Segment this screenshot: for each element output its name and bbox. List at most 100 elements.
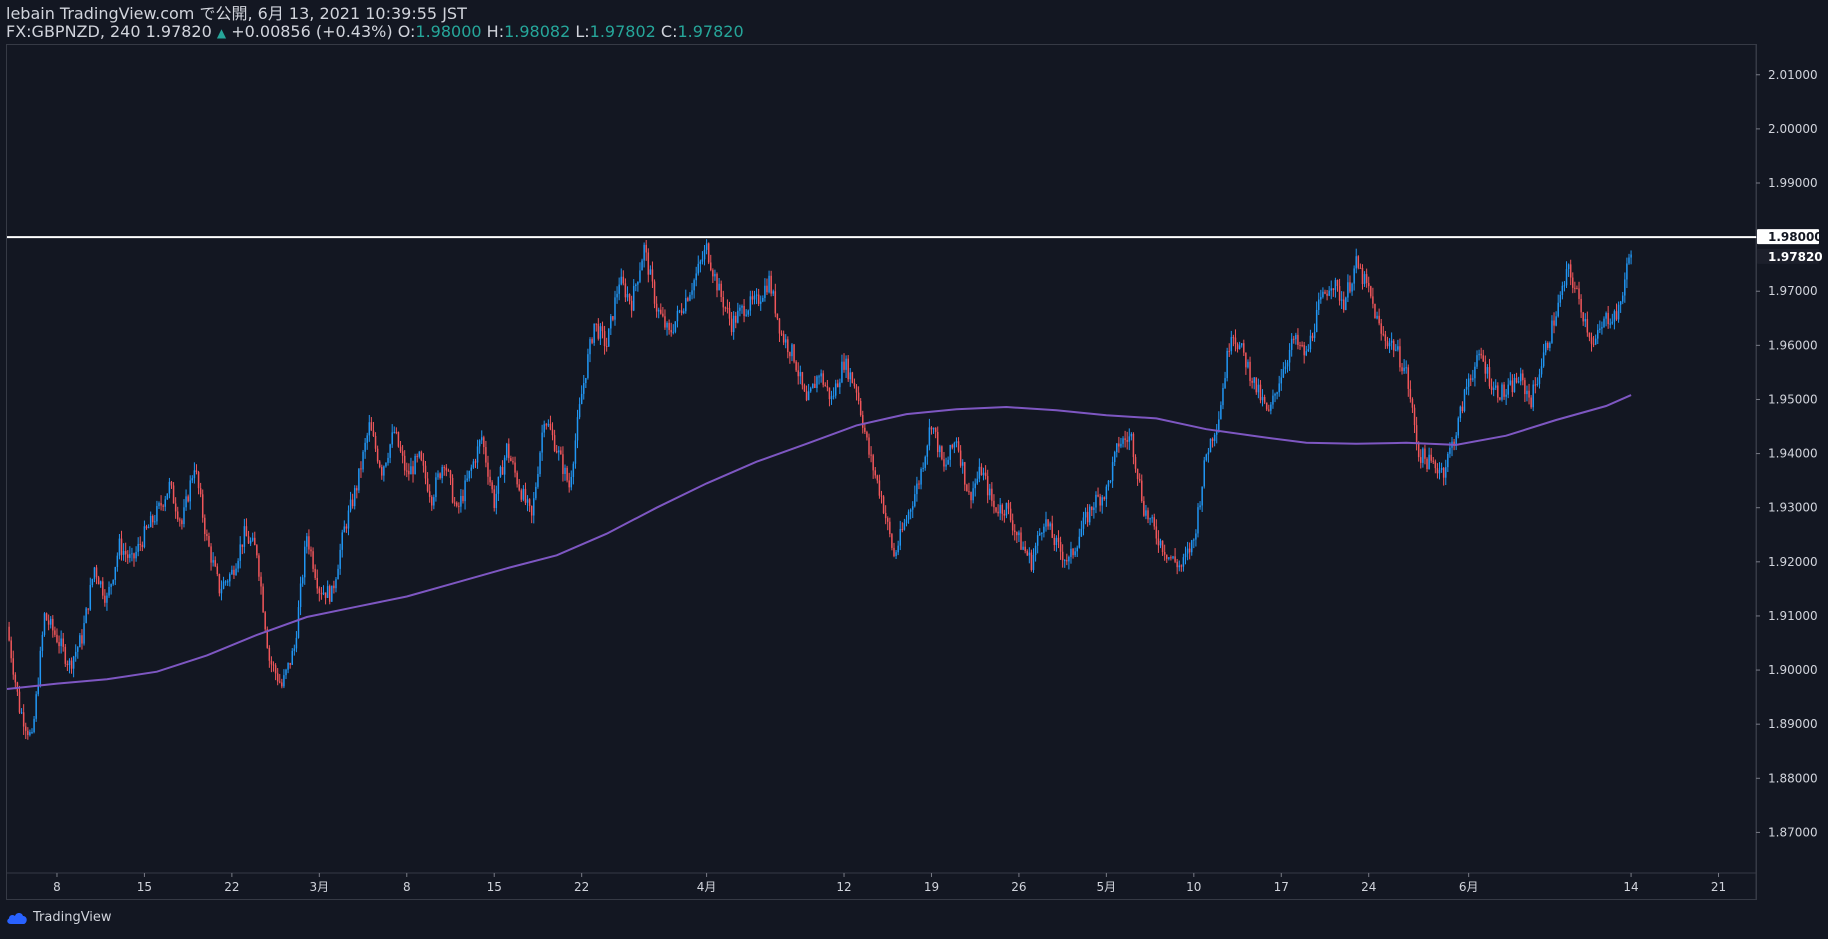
- candle-up: [299, 583, 302, 608]
- candle-up: [1005, 502, 1008, 516]
- candle-down: [793, 344, 795, 362]
- candle-up: [239, 544, 241, 561]
- candle-down: [757, 294, 760, 304]
- candle-down: [1245, 352, 1247, 368]
- candle-up: [1203, 460, 1205, 487]
- candle-down: [824, 384, 827, 387]
- candle-down: [27, 730, 29, 735]
- candle-up: [1278, 383, 1280, 393]
- candle-up: [1509, 380, 1512, 385]
- candle-down: [1011, 520, 1014, 531]
- candle-down: [670, 329, 672, 333]
- candle-down: [485, 447, 487, 463]
- candle-down: [487, 462, 489, 477]
- candle-up: [301, 577, 304, 584]
- candle-up: [1459, 406, 1462, 419]
- candle-up: [799, 372, 802, 377]
- candle-down: [324, 592, 327, 598]
- candle-down: [378, 461, 381, 468]
- tradingview-cloud-icon[interactable]: [6, 911, 28, 925]
- candle-up: [1199, 505, 1201, 508]
- candle-down: [1097, 494, 1099, 497]
- candle-up: [158, 502, 160, 507]
- candle-down: [493, 489, 495, 508]
- candle-down: [1401, 367, 1403, 372]
- candle-up: [1584, 319, 1587, 322]
- candle-up: [137, 543, 139, 552]
- candle-up: [414, 456, 416, 475]
- candle-up: [1486, 367, 1489, 374]
- candle-down: [10, 640, 12, 659]
- candle-down: [874, 470, 877, 476]
- candle-up: [441, 467, 443, 479]
- x-tick-label: 17: [1274, 880, 1289, 894]
- candle-up: [1513, 377, 1516, 393]
- candle-down: [1066, 560, 1068, 562]
- candle-down: [870, 454, 872, 456]
- candle-up: [1328, 290, 1330, 296]
- candle-up: [114, 567, 117, 580]
- candle-down: [880, 495, 883, 497]
- candle-up: [468, 470, 470, 479]
- candle-up: [643, 244, 645, 261]
- candle-down: [120, 538, 123, 555]
- candle-up: [932, 427, 935, 430]
- candle-down: [520, 490, 523, 500]
- candle-up: [703, 249, 706, 260]
- candle-up: [470, 467, 473, 471]
- candle-up: [974, 483, 976, 489]
- candle-down: [1020, 532, 1022, 550]
- candle-up: [635, 284, 637, 287]
- candle-down: [1136, 468, 1139, 479]
- candle-up: [903, 523, 906, 530]
- candle-up: [1474, 366, 1476, 379]
- candle-down: [728, 308, 731, 319]
- candle-down: [1332, 288, 1335, 290]
- x-tick-label: 14: [1623, 880, 1638, 894]
- candle-up: [1080, 528, 1083, 537]
- candle-down: [245, 526, 248, 537]
- candle-up: [1128, 436, 1131, 442]
- candle-up: [820, 373, 822, 377]
- candle-up: [29, 732, 31, 735]
- candle-down: [1488, 367, 1491, 387]
- candle-up: [185, 496, 187, 508]
- candle-up: [1105, 486, 1108, 500]
- candle-up: [928, 427, 931, 446]
- candle-down: [828, 387, 831, 400]
- candle-down: [855, 386, 858, 393]
- candle-up: [1630, 254, 1632, 258]
- candle-up: [1261, 396, 1264, 401]
- candle-up: [537, 474, 539, 487]
- tradingview-brand[interactable]: TradingView: [33, 910, 112, 925]
- candle-down: [372, 430, 375, 436]
- candle-down: [720, 283, 722, 298]
- candle-up: [287, 662, 289, 670]
- candle-up: [183, 507, 185, 525]
- candle-down: [524, 488, 527, 503]
- candle-up: [49, 618, 52, 625]
- candle-up: [358, 468, 360, 491]
- candle-up: [1603, 318, 1605, 328]
- candle-up: [1043, 526, 1045, 533]
- candle-up: [972, 488, 974, 501]
- candle-up: [297, 607, 300, 638]
- candle-up: [809, 388, 812, 392]
- candle-up: [383, 466, 385, 476]
- candle-down: [859, 400, 862, 416]
- candle-down: [1324, 291, 1326, 294]
- candle-up: [672, 331, 675, 333]
- candle-up: [1388, 342, 1391, 347]
- candle-down: [595, 323, 597, 325]
- candle-down: [545, 424, 548, 426]
- candle-down: [374, 435, 377, 449]
- candle-up: [678, 310, 681, 312]
- candle-down: [605, 346, 608, 348]
- candle-up: [541, 432, 543, 453]
- candle-up: [231, 569, 233, 575]
- candle-up: [503, 457, 506, 475]
- candle-up: [620, 276, 622, 285]
- candle-up: [953, 442, 956, 448]
- price-chart[interactable]: 2.01000 2.00000 1.99000 1.98000 1.97000 1.960…: [0, 0, 1828, 939]
- candle-up: [834, 383, 837, 396]
